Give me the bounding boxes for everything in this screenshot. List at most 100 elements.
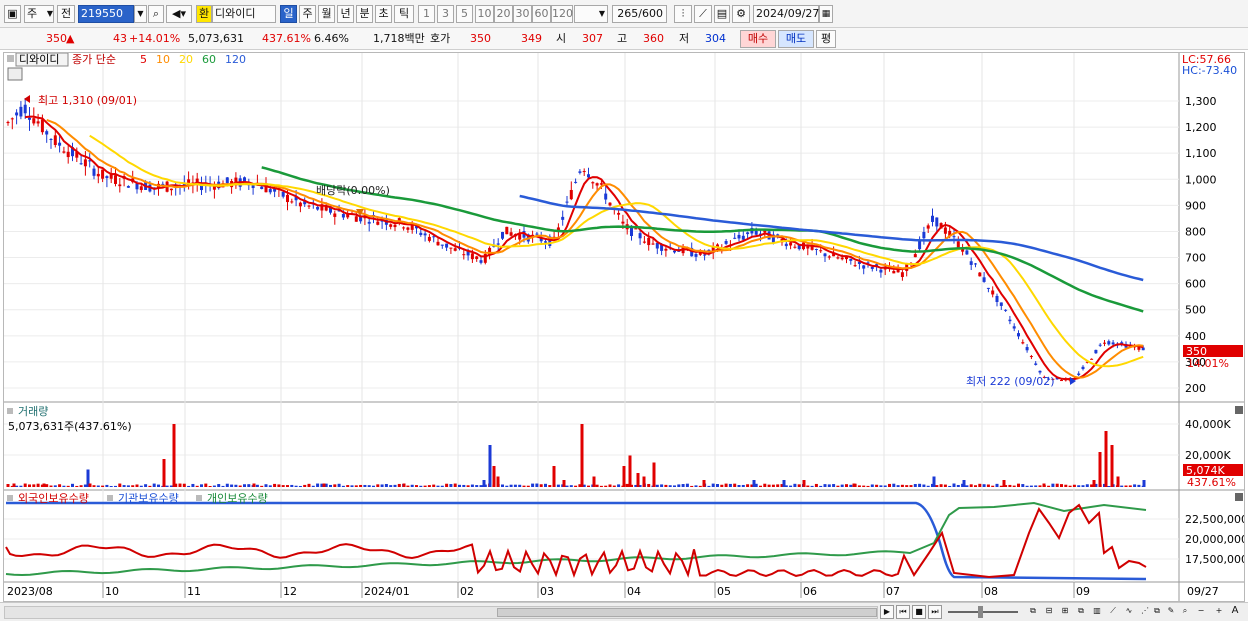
tool-table-icon[interactable]: ⊞ [1058,605,1072,619]
window-icon[interactable]: ▣ [4,5,21,23]
zoom-icon[interactable]: ⌕ [1178,605,1192,619]
tool-copy-icon[interactable]: ⧉ [1074,605,1088,619]
nav-stop-icon[interactable]: ■ [912,605,926,619]
volume-bar [926,485,930,487]
period-second[interactable]: 초 [375,5,392,23]
volume-bar [96,485,100,487]
market-label: 주 [27,7,38,20]
panel-handle-icon[interactable] [7,55,14,62]
interval-3[interactable]: 3 [437,5,454,23]
tool-wave-icon[interactable]: ∿ [1122,605,1136,619]
buy-button[interactable]: 매수 [740,30,776,48]
candle-body [1077,373,1081,375]
volume-bar [604,485,608,487]
nav-next-icon[interactable]: ▶ [880,605,894,619]
zoom-out-icon[interactable]: − [1194,605,1208,619]
volume-bar [53,485,57,487]
prev-button[interactable]: 전 [57,5,75,23]
ma-legend-120: 120 [225,53,246,66]
speaker-icon[interactable]: ◀▾ [166,5,192,23]
volume-handle-icon[interactable] [7,408,13,414]
candle-body [836,257,840,259]
volume-bar [776,484,780,487]
volume-bar [217,484,221,487]
holder-handle-icon[interactable] [7,495,13,501]
interval-custom-select[interactable]: ▼ [574,5,608,23]
interval-5[interactable]: 5 [456,5,473,23]
holder-close-icon[interactable] [1235,493,1243,501]
interval-1[interactable]: 1 [418,5,435,23]
interval-10[interactable]: 10 [475,5,494,23]
sell-button[interactable]: 매도 [778,30,814,48]
volume-close-icon[interactable] [1235,406,1243,414]
candle-body [290,201,294,203]
chart-svg[interactable]: 1,3001,2001,1001,00090080070060050040030… [4,52,1248,601]
volume-spike-bar [1110,445,1114,487]
horizontal-scrollbar[interactable] [4,606,878,619]
period-week[interactable]: 주 [299,5,316,23]
interval-30[interactable]: 30 [513,5,532,23]
time-tick-label: 02 [460,585,474,598]
volume-bar [1124,485,1128,487]
volume-bar [71,483,74,487]
last-pct: 14.01% [1187,357,1229,370]
volume-spike-bar [782,480,786,487]
volume-bar [195,485,199,487]
volume-bar [797,484,801,487]
search-icon[interactable]: ⌕ [148,5,164,23]
calculator-icon[interactable] [7,67,23,81]
zoom-in-icon[interactable]: + [1212,605,1226,619]
interval-120[interactable]: 120 [551,5,573,23]
period-tick[interactable]: 틱 [394,5,414,23]
code-input[interactable]: 219550 [78,5,134,23]
candle-body [741,235,745,240]
nav-last-icon[interactable]: ⏭ [928,605,942,619]
period-day[interactable]: 일 [280,5,297,23]
candle-body [101,169,105,179]
nav-first-icon[interactable]: ⏮ [896,605,910,619]
price-tick-label: 1,300 [1185,95,1217,108]
candle-body [19,106,23,117]
fav-button[interactable]: 환 [196,5,212,23]
inst-handle-icon[interactable] [107,495,113,501]
font-icon[interactable]: A [1228,605,1242,619]
code-dropdown-icon[interactable]: ▼ [134,5,147,23]
legend-name: 디와이디 [19,53,59,66]
tool-line-icon[interactable]: ⟋ [1106,605,1120,619]
price-tick-label: 1,100 [1185,147,1217,160]
candle-body [931,215,934,222]
tool-layout-icon[interactable]: ▥ [1090,605,1104,619]
save-icon[interactable]: ▤ [714,5,730,23]
tool-pen-icon[interactable]: ✎ [1164,605,1178,619]
gear-icon[interactable]: ⚙ [732,5,750,23]
tool-split-icon[interactable]: ⊟ [1042,605,1056,619]
candle-body [943,227,947,234]
candle-icon[interactable]: ⫶ [674,5,692,23]
volume-spike-bar [580,424,584,487]
date-input[interactable]: 2024/09/27 [753,5,819,23]
draw-icon[interactable]: ⟋ [694,5,712,23]
candle-body [354,216,358,222]
eval-button[interactable]: 평 [816,30,836,48]
interval-60[interactable]: 60 [532,5,551,23]
tool-grid-icon[interactable]: ⧉ [1026,605,1040,619]
calendar-icon[interactable]: ▦ [819,5,833,23]
candle-body [956,241,960,248]
scrollbar-thumb[interactable] [497,608,877,617]
market-select[interactable]: 주 ▼ [24,5,54,23]
count-field[interactable]: 265/600 [612,5,667,23]
candle-body [827,256,831,258]
zoom-slider[interactable] [948,611,1018,613]
chart-area[interactable]: 1,300 1,200 1,100 1,000 900 800 700 600 500 400 30… [3,52,1248,602]
period-year[interactable]: 년 [337,5,354,23]
period-month[interactable]: 월 [318,5,335,23]
period-minute[interactable]: 분 [356,5,373,23]
quote-bar: 350 ▲ 43 +14.01% 5,073,631 437.61% 6.46%… [0,28,1248,50]
zoom-slider-thumb[interactable] [978,606,983,618]
candle-body [1034,363,1038,365]
interval-20[interactable]: 20 [494,5,513,23]
tool-compare-icon[interactable]: ⧉ [1150,605,1164,619]
candle-body [591,182,595,184]
volume-bar [866,485,870,487]
indiv-handle-icon[interactable] [196,495,202,501]
